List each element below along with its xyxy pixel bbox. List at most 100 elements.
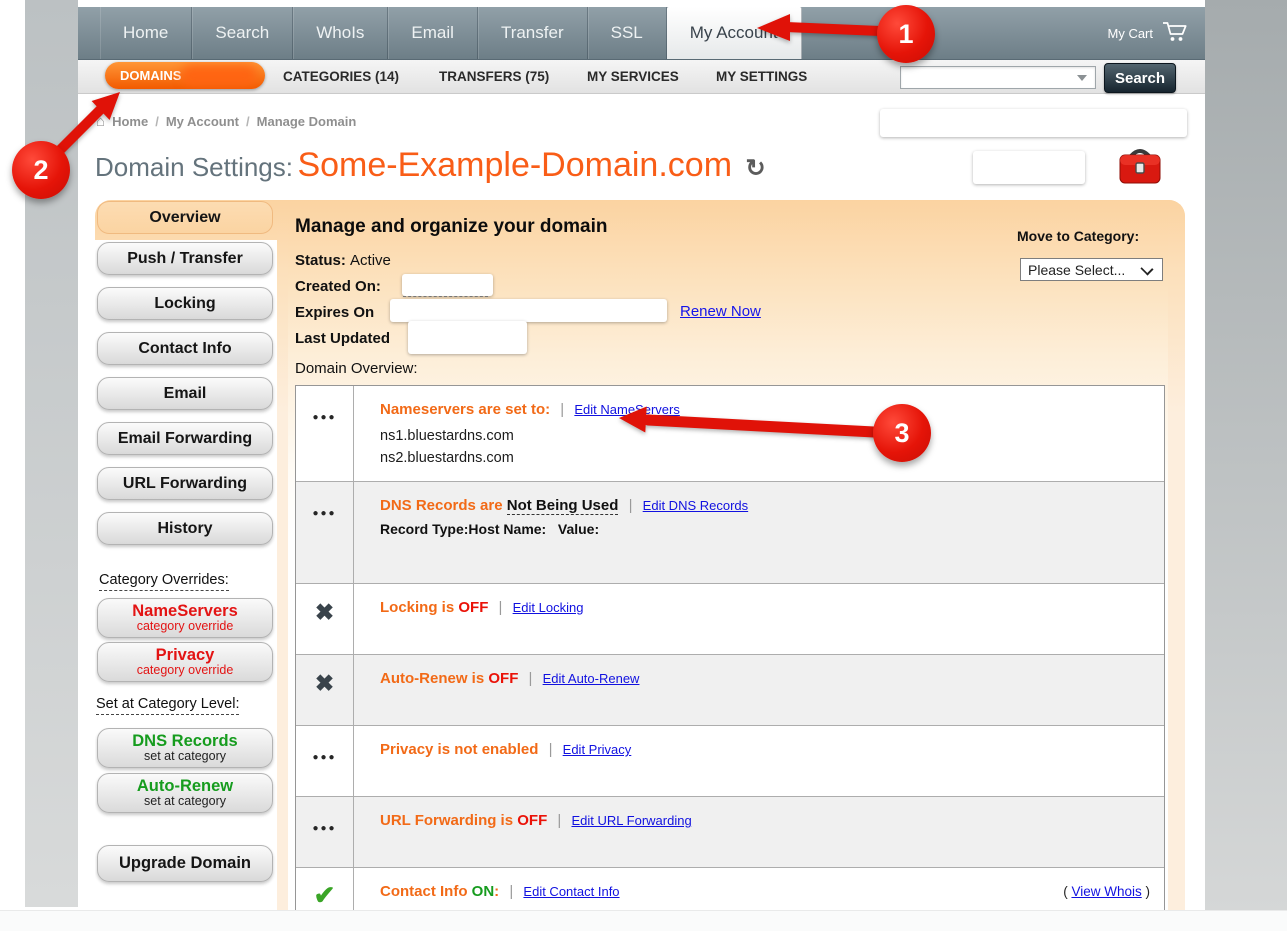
- panel-right-border: [1168, 200, 1185, 910]
- row-title: Nameservers are set to:: [380, 401, 550, 418]
- nav-tab-home[interactable]: Home: [100, 7, 192, 59]
- cart-icon: [1162, 21, 1189, 47]
- sidebar-item-dns-records-category[interactable]: DNS Records set at category: [97, 728, 273, 768]
- row-title: Locking is: [380, 599, 454, 616]
- expires-line: Expires On: [295, 304, 374, 321]
- nav-tab-transfer[interactable]: Transfer: [478, 7, 588, 59]
- toolbox-icon[interactable]: [1117, 143, 1163, 188]
- expires-label: Expires On: [295, 304, 374, 321]
- override-subtitle: category override: [137, 664, 234, 677]
- separator: |: [499, 599, 503, 616]
- subnav-tab-categories[interactable]: CATEGORIES (14): [283, 60, 399, 93]
- my-cart-label: My Cart: [1108, 26, 1154, 41]
- screenshot-root: Home Search WhoIs Email Transfer SSL My …: [0, 0, 1287, 931]
- sidebar-item-history[interactable]: History: [97, 512, 273, 545]
- account-sub-navigation: DOMAINS CATEGORIES (14) TRANSFERS (75) M…: [78, 60, 1205, 94]
- override-title: NameServers: [132, 603, 238, 620]
- redacted-smudge: [181, 65, 257, 86]
- sidebar-item-nameservers-override[interactable]: NameServers category override: [97, 598, 273, 638]
- category-overrides-heading[interactable]: Category Overrides:: [99, 572, 229, 591]
- chevron-down-icon: [1140, 262, 1153, 275]
- set-at-category-heading[interactable]: Set at Category Level:: [96, 696, 239, 715]
- nav-tab-email[interactable]: Email: [388, 7, 478, 59]
- breadcrumb-separator: /: [246, 114, 250, 129]
- view-whois-link[interactable]: View Whois: [1071, 884, 1141, 899]
- edit-nameservers-link[interactable]: Edit NameServers: [574, 402, 679, 417]
- callout-3: 3: [873, 404, 931, 462]
- subnav-tab-transfers[interactable]: TRANSFERS (75): [439, 60, 549, 93]
- separator: |: [560, 401, 564, 418]
- page-title: Domain Settings: Some-Example-Domain.com…: [95, 146, 766, 185]
- search-input[interactable]: [901, 67, 1075, 88]
- nameserver-1: ns1.bluestardns.com: [380, 426, 1164, 448]
- my-cart-button[interactable]: My Cart: [1108, 7, 1190, 60]
- sidebar-item-email[interactable]: Email: [97, 377, 273, 410]
- dns-record-headers: Record Type:Host Name: Value:: [380, 521, 1164, 537]
- edit-dns-records-link[interactable]: Edit DNS Records: [643, 498, 748, 513]
- row-status: OFF: [488, 670, 518, 687]
- search-button[interactable]: Search: [1104, 63, 1176, 93]
- chevron-down-icon[interactable]: [1077, 75, 1087, 81]
- updated-label: Last Updated: [295, 330, 390, 347]
- updated-line: Last Updated: [295, 330, 390, 347]
- subnav-tab-my-services[interactable]: MY SERVICES: [587, 60, 679, 93]
- redacted-box-account-info: [880, 109, 1187, 137]
- sidebar-item-contact-info[interactable]: Contact Info: [97, 332, 273, 365]
- edit-contact-info-link[interactable]: Edit Contact Info: [523, 884, 619, 899]
- category-select[interactable]: Please Select...: [1020, 258, 1163, 281]
- table-row-url-forwarding: ●●● URL Forwarding is OFF | Edit URL For…: [296, 797, 1164, 868]
- created-line: Created On:: [295, 278, 381, 295]
- edit-locking-link[interactable]: Edit Locking: [513, 600, 584, 615]
- subnav-tab-my-settings[interactable]: MY SETTINGS: [716, 60, 807, 93]
- row-title: Privacy is not enabled: [380, 741, 538, 758]
- nav-tab-my-account[interactable]: My Account: [667, 7, 802, 59]
- category-title: DNS Records: [132, 733, 237, 750]
- row-status: OFF: [517, 812, 547, 829]
- callout-2: 2: [12, 141, 70, 199]
- nav-tab-ssl[interactable]: SSL: [588, 7, 667, 59]
- created-label: Created On:: [295, 278, 381, 295]
- breadcrumb-home[interactable]: Home: [112, 114, 148, 129]
- refresh-icon[interactable]: ↻: [745, 155, 765, 182]
- callout-1: 1: [877, 5, 935, 63]
- sidebar-item-overview[interactable]: Overview: [97, 201, 273, 234]
- sidebar-item-locking[interactable]: Locking: [97, 287, 273, 320]
- upgrade-domain-button[interactable]: Upgrade Domain: [97, 845, 273, 882]
- bottom-edge-strip: [0, 910, 1287, 931]
- view-whois-note: ( View Whois ): [1063, 884, 1150, 899]
- check-icon: ✔: [296, 868, 354, 910]
- subnav-tab-domains[interactable]: DOMAINS: [105, 62, 265, 89]
- separator: |: [529, 670, 533, 687]
- row-title: Auto-Renew is: [380, 670, 484, 687]
- cross-icon: ✖: [296, 584, 354, 654]
- category-subtitle: set at category: [144, 795, 226, 808]
- sidebar-item-url-forwarding[interactable]: URL Forwarding: [97, 467, 273, 500]
- cross-icon: ✖: [296, 655, 354, 725]
- sidebar-item-email-forwarding[interactable]: Email Forwarding: [97, 422, 273, 455]
- redacted-box-updated-date: [408, 321, 527, 354]
- home-icon: ⌂: [96, 113, 105, 130]
- content-heading: Manage and organize your domain: [295, 216, 608, 238]
- renew-now-link[interactable]: Renew Now: [680, 303, 761, 320]
- row-status: Not Being Used: [507, 497, 619, 515]
- table-row-nameservers: ●●● Nameservers are set to: | Edit NameS…: [296, 386, 1164, 482]
- row-status: OFF: [458, 599, 488, 616]
- desktop-left-strip: [25, 0, 78, 907]
- nav-tab-search[interactable]: Search: [192, 7, 293, 59]
- separator: |: [549, 741, 553, 758]
- row-title: URL Forwarding is: [380, 812, 513, 829]
- edit-privacy-link[interactable]: Edit Privacy: [563, 742, 632, 757]
- domain-search-combobox[interactable]: [900, 66, 1096, 89]
- nav-tab-whois[interactable]: WhoIs: [293, 7, 388, 59]
- page-title-prefix: Domain Settings:: [95, 152, 293, 182]
- sidebar-item-privacy-override[interactable]: Privacy category override: [97, 642, 273, 682]
- row-title: Contact Info: [380, 883, 468, 900]
- edit-auto-renew-link[interactable]: Edit Auto-Renew: [543, 671, 640, 686]
- row-status: ON: [472, 883, 495, 900]
- separator: |: [629, 497, 633, 514]
- domains-tab-label: DOMAINS: [120, 68, 181, 83]
- edit-url-forwarding-link[interactable]: Edit URL Forwarding: [572, 813, 692, 828]
- sidebar-item-push-transfer[interactable]: Push / Transfer: [97, 242, 273, 275]
- breadcrumb-my-account[interactable]: My Account: [166, 114, 239, 129]
- sidebar-item-auto-renew-category[interactable]: Auto-Renew set at category: [97, 773, 273, 813]
